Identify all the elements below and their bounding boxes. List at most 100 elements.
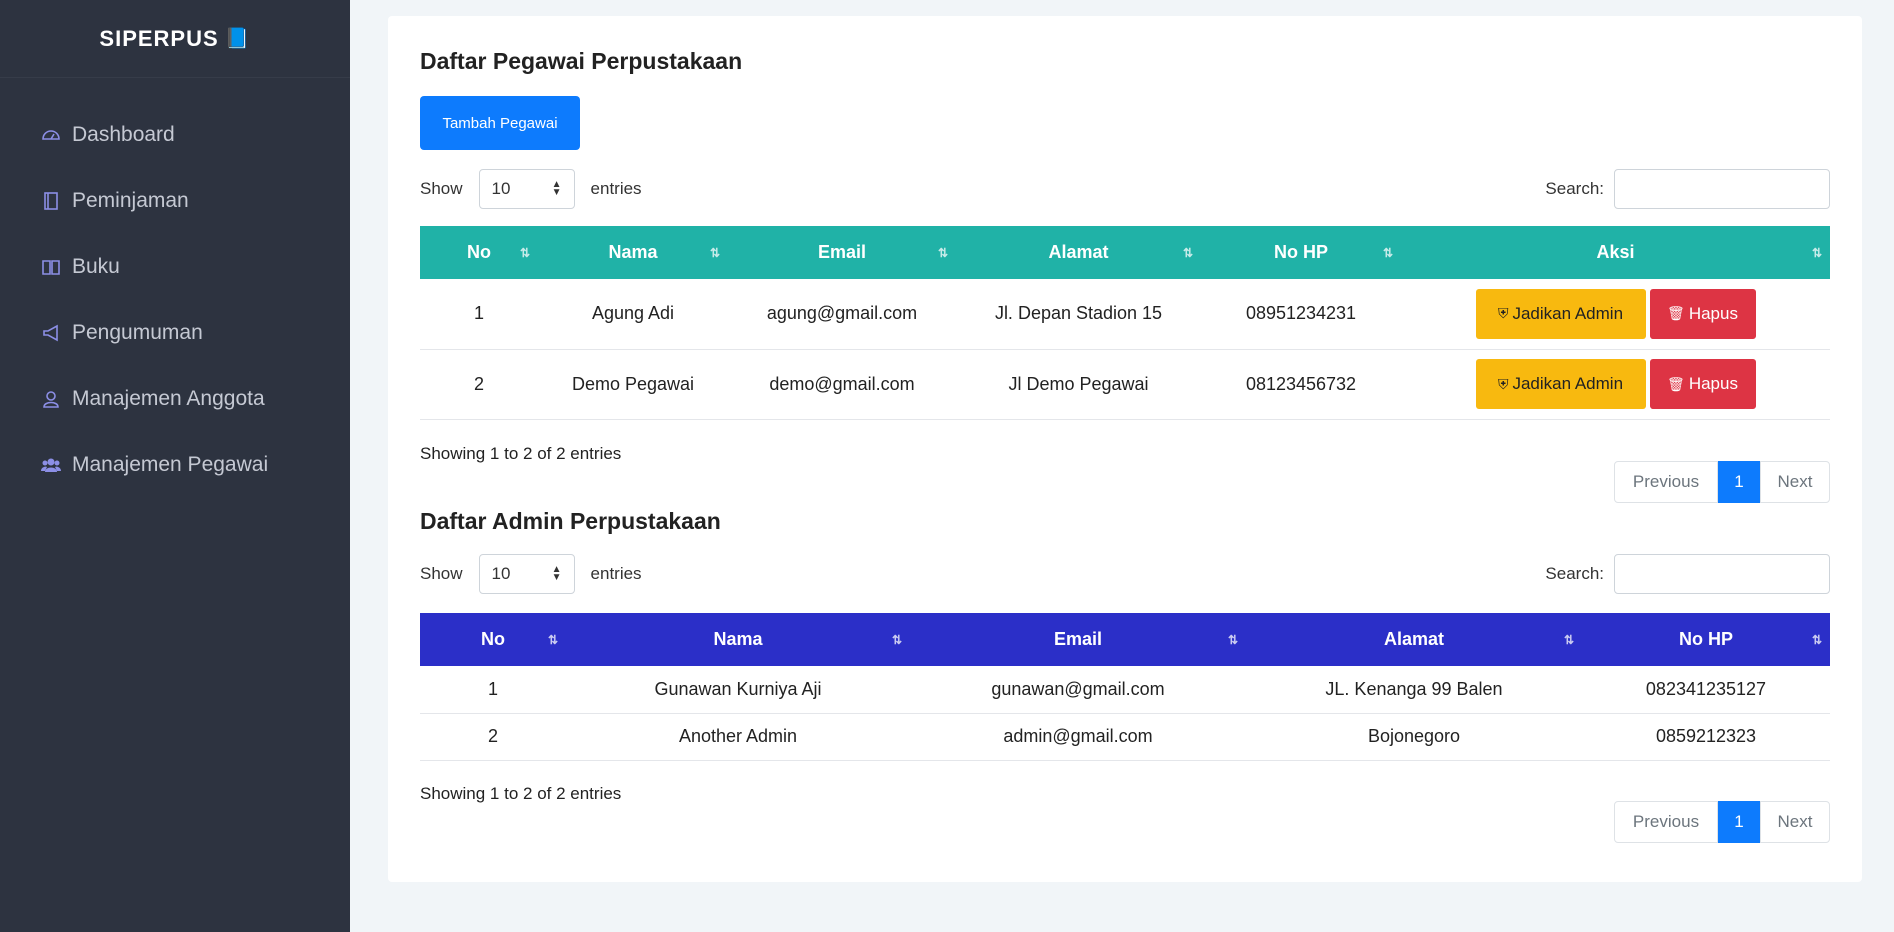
sidebar-item-label: Dashboard [72,123,175,146]
column-header-alamat[interactable]: Alamat ⇅ [956,226,1201,279]
sidebar-item-buku[interactable]: Buku [0,234,350,300]
sidebar-item-manajemen-anggota[interactable]: Manajemen Anggota [0,366,350,432]
sidebar-item-label: Buku [72,255,120,278]
admin-pagination: Previous 1 Next [1614,801,1830,843]
cell-email: gunawan@gmail.com [910,666,1246,714]
sidebar-item-peminjaman[interactable]: Peminjaman [0,168,350,234]
cell-nohp: 08951234231 [1201,279,1401,350]
pegawai-title: Daftar Pegawai Perpustakaan [420,48,743,74]
open-book-icon [40,256,62,278]
trash-icon: 🗑 [1667,305,1685,322]
admin-length-select[interactable]: 10 ▲ ▼ [478,554,575,594]
pegawai-length-select[interactable]: 10 ▲ ▼ [478,169,575,209]
trash-icon: 🗑 [1667,375,1685,392]
user-icon [40,388,62,410]
cell-no: 1 [420,279,538,350]
sidebar-item-dashboard[interactable]: Dashboard [0,102,350,168]
table-row: 2 Demo Pegawai demo@gmail.com Jl Demo Pe… [420,349,1830,420]
length-value: 10 [491,564,511,583]
brand-name: SIPERPUS [99,25,219,51]
admin-length-control: Show 10 ▲ ▼ entries [420,554,642,594]
sidebar-item-label: Manajemen Pegawai [72,453,269,476]
sort-icon: ⇅ [891,632,902,647]
page-1-button[interactable]: 1 [1718,461,1760,503]
sort-icon: ⇅ [547,632,558,647]
select-caret-icon: ▲ ▼ [551,179,562,198]
next-page-button[interactable]: Next [1760,461,1830,503]
pegawai-table-info: Showing 1 to 2 of 2 entries [420,444,622,463]
add-pegawai-button[interactable]: Tambah Pegawai [420,96,580,150]
brand[interactable]: SIPERPUS 📘 [0,0,350,78]
pegawai-table: No ⇅ Nama ⇅ Email ⇅ Alamat ⇅ No HP ⇅ Aksi ⇅ 1 … [420,226,1830,420]
cell-nama: Demo Pegawai [538,349,728,420]
length-value: 10 [491,179,511,198]
column-header-nama[interactable]: Nama ⇅ [566,613,910,666]
cell-nama: Another Admin [566,713,910,761]
sort-icon: ⇅ [937,245,948,260]
admin-table-info: Showing 1 to 2 of 2 entries [420,784,622,803]
cell-nama: Agung Adi [538,279,728,350]
cell-nama: Gunawan Kurniya Aji [566,666,910,714]
delete-button[interactable]: 🗑 Hapus [1649,359,1756,409]
book-icon [40,190,62,212]
pegawai-search: Search: [1545,169,1830,209]
cell-email: admin@gmail.com [910,713,1246,761]
cell-alamat: Jl Demo Pegawai [956,349,1201,420]
column-header-nohp[interactable]: No HP ⇅ [1201,226,1401,279]
pegawai-search-input[interactable] [1614,169,1830,209]
column-header-no[interactable]: No ⇅ [420,226,538,279]
cell-no: 2 [420,349,538,420]
next-page-button[interactable]: Next [1760,801,1830,843]
column-header-email[interactable]: Email ⇅ [728,226,956,279]
sort-icon: ⇅ [709,245,720,260]
cell-nohp: 08123456732 [1201,349,1401,420]
main-card: Daftar Pegawai Perpustakaan Tambah Pegaw… [388,16,1862,882]
sort-icon: ⇅ [1811,245,1822,260]
sort-icon: ⇅ [519,245,530,260]
column-header-no[interactable]: No ⇅ [420,613,566,666]
cell-email: demo@gmail.com [728,349,956,420]
dashboard-icon [40,124,62,146]
column-header-email[interactable]: Email ⇅ [910,613,1246,666]
sidebar-item-pengumuman[interactable]: Pengumuman [0,300,350,366]
page-1-button[interactable]: 1 [1718,801,1760,843]
cell-alamat: Bojonegoro [1246,713,1582,761]
megaphone-icon [40,322,62,344]
sort-icon: ⇅ [1182,245,1193,260]
admin-search: Search: [1545,554,1830,594]
show-label: Show [420,179,463,198]
users-icon [40,454,62,476]
cell-no: 2 [420,713,566,761]
sidebar-item-manajemen-pegawai[interactable]: Manajemen Pegawai [0,432,350,498]
column-header-aksi[interactable]: Aksi ⇅ [1401,226,1830,279]
admin-search-input[interactable] [1614,554,1830,594]
delete-button[interactable]: 🗑 Hapus [1649,288,1756,339]
sort-icon: ⇅ [1811,632,1822,647]
sidebar-item-label: Manajemen Anggota [72,387,265,410]
table-row: 1 Gunawan Kurniya Aji gunawan@gmail.com … [420,666,1830,714]
sort-icon: ⇅ [1382,245,1393,260]
make-admin-button[interactable]: ⛨ Jadikan Admin [1475,359,1646,409]
cell-aksi: ⛨ Jadikan Admin 🗑 Hapus [1401,349,1830,420]
select-caret-icon: ▲ ▼ [551,564,562,583]
table-header-row: No ⇅ Nama ⇅ Email ⇅ Alamat ⇅ No HP ⇅ Aksi ⇅ [420,226,1830,279]
make-admin-button[interactable]: ⛨ Jadikan Admin [1475,288,1646,339]
cell-aksi: ⛨ Jadikan Admin 🗑 Hapus [1401,279,1830,350]
sort-icon: ⇅ [1563,632,1574,647]
column-header-nama[interactable]: Nama ⇅ [538,226,728,279]
shield-icon: ⛨ [1497,305,1509,322]
previous-page-button[interactable]: Previous [1614,461,1718,503]
cell-nohp: 082341235127 [1582,666,1830,714]
cell-nohp: 0859212323 [1582,713,1830,761]
entries-label: entries [590,564,642,583]
cell-email: agung@gmail.com [728,279,956,350]
show-label: Show [420,564,463,583]
search-label: Search: [1545,564,1604,583]
cell-no: 1 [420,666,566,714]
column-header-alamat[interactable]: Alamat ⇅ [1246,613,1582,666]
book-icon: 📘 [224,28,251,50]
cell-alamat: JL. Kenanga 99 Balen [1246,666,1582,714]
column-header-nohp[interactable]: No HP ⇅ [1582,613,1830,666]
pegawai-pagination: Previous 1 Next [1614,461,1830,503]
previous-page-button[interactable]: Previous [1614,801,1718,843]
